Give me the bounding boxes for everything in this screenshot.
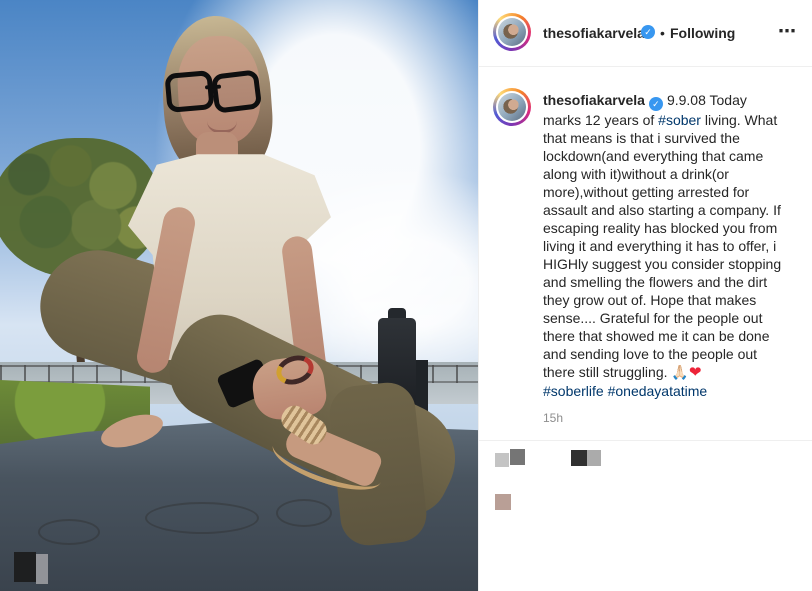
praying-hands-emoji-icon: 🙏🏻 (671, 364, 689, 380)
bench-mark-center (145, 502, 259, 534)
heart-emoji-icon: ❤ (688, 364, 702, 381)
photo-tree (0, 138, 160, 278)
hashtag-sober-link[interactable]: #sober (658, 112, 701, 128)
caption-avatar[interactable] (493, 88, 531, 126)
obscured-actions-area (479, 441, 812, 591)
hashtag-soberlife-link[interactable]: #soberlife (543, 383, 604, 399)
post-caption: thesofiakarvela ✓ 9.9.08 Today marks 12 ye… (543, 91, 785, 400)
media-corner-blur (14, 552, 48, 584)
post-photo (0, 0, 478, 591)
caption-username[interactable]: thesofiakarvela (543, 92, 645, 108)
blurred-action-5 (495, 494, 511, 510)
more-options-icon[interactable]: ⋯ (777, 20, 797, 44)
blurred-action-2 (510, 449, 525, 465)
header-avatar-photo (498, 18, 526, 46)
separator-dot: • (660, 25, 665, 41)
caption-avatar-photo (498, 93, 526, 121)
post-header: thesofiakarvela ✓ • Following ⋯ (479, 0, 812, 67)
post-timestamp[interactable]: 15h (543, 410, 563, 426)
verified-badge-icon: ✓ (648, 97, 663, 111)
photo-bench (0, 421, 478, 591)
bench-mark-left (38, 519, 100, 545)
instagram-post-page: thesofiakarvela ✓ • Following ⋯ thesofia… (0, 0, 812, 591)
photo-bollard (378, 318, 416, 412)
verified-badge-icon: ✓ (641, 25, 655, 39)
header-avatar[interactable] (493, 13, 531, 51)
hashtag-onedayatatime-link[interactable]: #onedayatatime (608, 383, 708, 399)
bench-mark-right (276, 499, 332, 527)
blurred-action-4 (587, 450, 601, 466)
blurred-action-3 (571, 450, 587, 466)
caption-body-text: living. What that means is that i surviv… (543, 112, 782, 380)
following-button[interactable]: Following (670, 24, 735, 42)
username[interactable]: thesofiakarvela (543, 24, 645, 42)
blurred-action-1 (495, 453, 509, 467)
post-details-panel: thesofiakarvela ✓ • Following ⋯ thesofia… (478, 0, 812, 591)
header-avatar-frame (496, 16, 528, 48)
caption-avatar-frame (496, 91, 528, 123)
